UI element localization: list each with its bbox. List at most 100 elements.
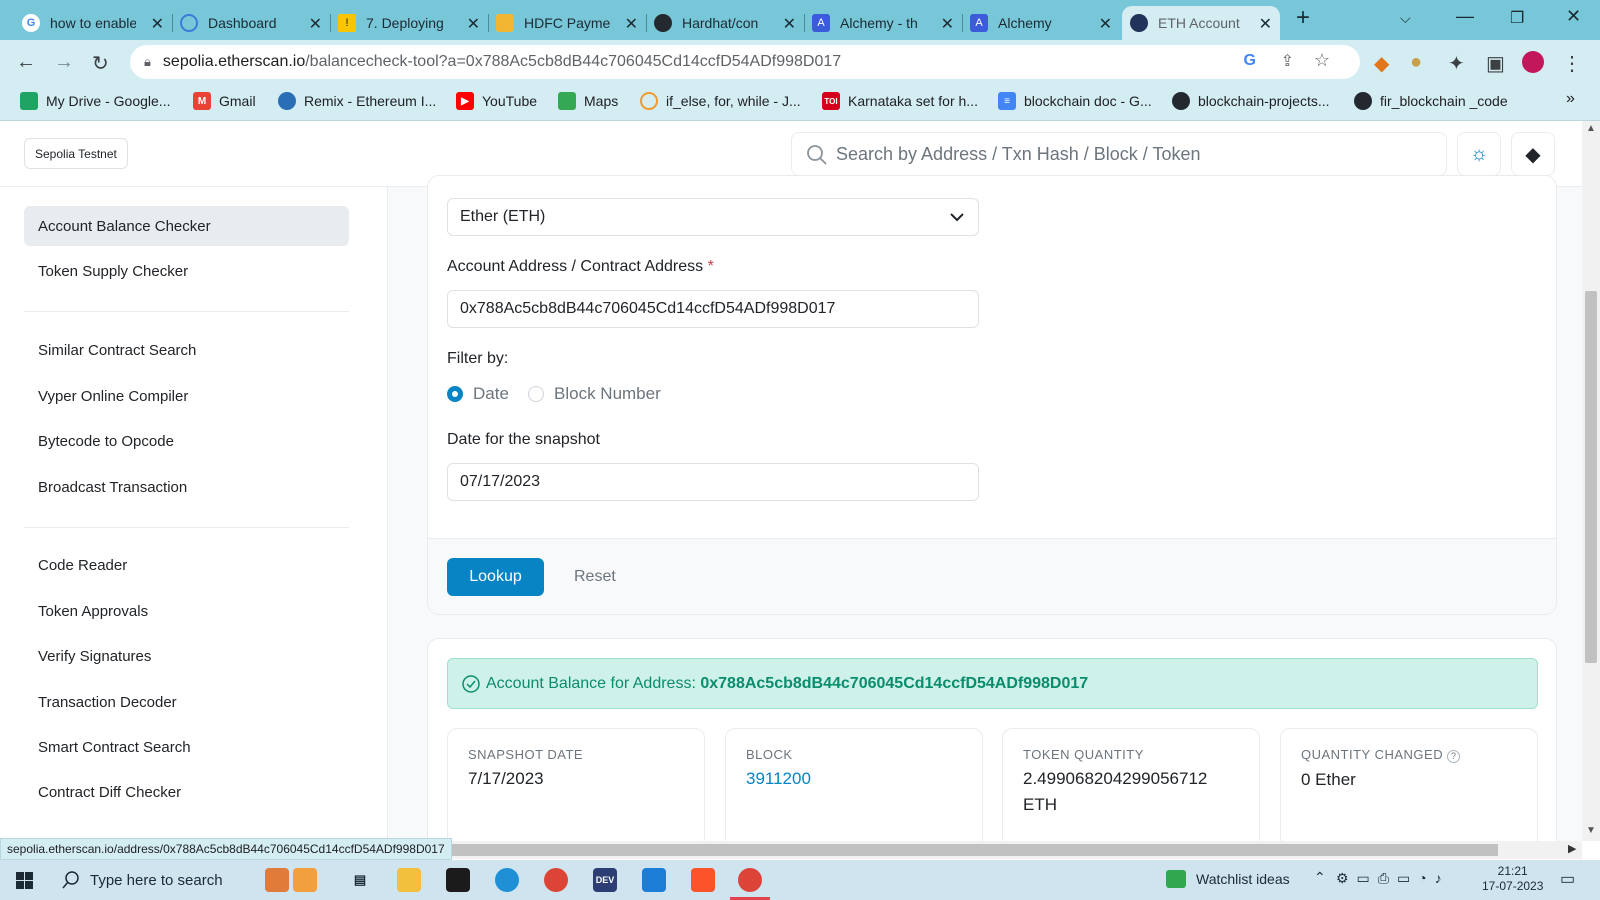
tab-how-to-enable[interactable]: G how to enable ✕ (14, 6, 173, 40)
bookmark-karnataka[interactable]: TOI Karnataka set for h... (822, 92, 978, 110)
sidebar-item-similar-contract-search[interactable]: Similar Contract Search (24, 330, 349, 370)
bookmark-if-else[interactable]: if_else, for, while - J... (640, 92, 801, 110)
minimize-icon[interactable]: — (1456, 6, 1474, 27)
news-widget-icon[interactable] (293, 868, 317, 892)
sidebar-item-bytecode-to-opcode[interactable]: Bytecode to Opcode (24, 421, 349, 461)
sidepanel-icon[interactable]: ▣ (1486, 51, 1505, 76)
close-icon[interactable]: ✕ (941, 14, 954, 34)
sidebar-item-account-balance-checker[interactable]: Account Balance Checker (24, 206, 349, 246)
clock-date: 17-07-2023 (1482, 879, 1544, 893)
tab-deploying[interactable]: ! 7. Deploying ✕ (330, 6, 489, 40)
block-link[interactable]: 3911200 (746, 766, 962, 792)
chrome-icon[interactable] (544, 868, 568, 892)
tab-hardhat[interactable]: Hardhat/con ✕ (646, 6, 805, 40)
sidebar-item-token-approvals[interactable]: Token Approvals (24, 591, 349, 631)
network-badge[interactable]: Sepolia Testnet (24, 138, 128, 169)
close-window-icon[interactable]: ✕ (1566, 6, 1581, 27)
bookmark-blockchain-doc[interactable]: ≡ blockchain doc - G... (998, 92, 1152, 110)
bookmark-fir-blockchain[interactable]: fir_blockchain _code (1354, 92, 1508, 110)
close-icon[interactable]: ✕ (783, 14, 796, 34)
bookmark-gmail[interactable]: M Gmail (193, 92, 256, 110)
tab-dashboard[interactable]: Dashboard ✕ (172, 6, 331, 40)
back-arrow-icon[interactable]: ← (16, 51, 36, 74)
help-icon[interactable]: ? (1447, 750, 1461, 763)
avatar[interactable] (1522, 51, 1544, 73)
new-tab-icon[interactable]: + (1296, 4, 1310, 32)
search-input[interactable]: Search by Address / Txn Hash / Block / T… (791, 132, 1447, 176)
chrome-active-icon[interactable] (738, 868, 762, 892)
sidebar-item-contract-diff-checker[interactable]: Contract Diff Checker (24, 772, 349, 812)
theme-toggle-button[interactable]: ☼ (1457, 132, 1501, 176)
tab-hdfc[interactable]: HDFC Payme ✕ (488, 6, 647, 40)
scroll-right-icon[interactable]: ▶ (1568, 842, 1576, 855)
close-icon[interactable]: ✕ (467, 14, 480, 34)
sidebar-item-broadcast-transaction[interactable]: Broadcast Transaction (24, 467, 349, 507)
chevron-down-icon[interactable]: ⌵ (1400, 10, 1411, 27)
reload-icon[interactable]: ↻ (92, 51, 109, 76)
kebab-menu-icon[interactable]: ⋮ (1562, 51, 1582, 76)
close-icon[interactable]: ✕ (625, 14, 638, 34)
lookup-button[interactable]: Lookup (447, 558, 544, 596)
filter-date-radio[interactable] (447, 386, 463, 402)
vertical-scrollbar[interactable]: ▲ ▼ (1582, 121, 1600, 841)
news-widget-icon[interactable] (265, 868, 289, 892)
notifications-icon[interactable]: ▭ (1560, 869, 1575, 889)
token-select[interactable]: Ether (ETH) (447, 198, 979, 236)
sidebar-item-smart-contract-search[interactable]: Smart Contract Search (24, 727, 349, 767)
reset-button[interactable]: Reset (574, 568, 616, 586)
url-bar[interactable]: 🔒︎ sepolia.etherscan.io /balancecheck-to… (130, 45, 1360, 79)
bookmark-blockchain-projects[interactable]: blockchain-projects... (1172, 92, 1330, 110)
tab-eth-account[interactable]: ETH Account ✕ (1122, 6, 1280, 40)
bookmark-maps[interactable]: Maps (558, 92, 618, 110)
tab-title: Alchemy - th (840, 15, 918, 31)
tray-icons[interactable]: ⚙▭⎙▭◔♪ (1336, 870, 1450, 887)
loading-icon (640, 92, 658, 110)
puzzle-icon[interactable]: ✦ (1448, 51, 1465, 76)
watchlist-widget[interactable]: Watchlist ideas (1166, 870, 1290, 888)
bookmark-youtube[interactable]: ▶ YouTube (456, 92, 537, 110)
clock[interactable]: 21:21 17-07-2023 (1482, 864, 1543, 894)
close-icon[interactable]: ✕ (309, 14, 322, 34)
google-icon: G (22, 14, 40, 32)
vscode-icon[interactable] (642, 868, 666, 892)
sidebar-item-verify-signatures[interactable]: Verify Signatures (24, 636, 349, 676)
sidebar-item-token-supply-checker[interactable]: Token Supply Checker (24, 251, 349, 291)
scroll-up-icon[interactable]: ▲ (1586, 123, 1596, 134)
address-input[interactable]: 0x788Ac5cb8dB44c706045Cd14ccfD54ADf998D0… (447, 290, 979, 328)
close-icon[interactable]: ✕ (151, 14, 164, 34)
scroll-down-icon[interactable]: ▼ (1586, 825, 1596, 836)
close-icon[interactable]: ✕ (1099, 14, 1112, 34)
close-icon[interactable]: ✕ (1259, 14, 1272, 34)
metamask-icon[interactable]: ◆ (1374, 51, 1389, 76)
brave-icon[interactable] (691, 868, 715, 892)
lock-icon: 🔒︎ (144, 54, 151, 69)
share-icon[interactable]: ⇪ (1281, 51, 1294, 71)
file-explorer-icon[interactable] (397, 868, 421, 892)
devcpp-icon[interactable]: DEV (593, 868, 617, 892)
task-view-icon[interactable]: ▤ (348, 868, 372, 892)
tray-chevron-icon[interactable]: ⌃ (1314, 869, 1326, 886)
sticky-app-icon[interactable] (446, 868, 470, 892)
scroll-thumb[interactable] (1585, 291, 1597, 663)
sidebar-item-vyper-online-compiler[interactable]: Vyper Online Compiler (24, 376, 349, 416)
clock-time: 21:21 (1497, 864, 1528, 878)
filter-block-radio[interactable] (528, 386, 544, 402)
alchemy-icon: A (970, 14, 988, 32)
network-switch-button[interactable]: ◆ (1511, 132, 1555, 176)
alert-address-link[interactable]: 0x788Ac5cb8dB44c706045Cd14ccfD54ADf998D0… (700, 675, 1088, 693)
restore-icon[interactable]: ❐ (1510, 8, 1524, 28)
extension-icon[interactable]: ● (1410, 51, 1422, 74)
sidebar-item-code-reader[interactable]: Code Reader (24, 545, 349, 585)
tab-alchemy-1[interactable]: A Alchemy - th ✕ (804, 6, 963, 40)
edge-icon[interactable] (495, 868, 519, 892)
forward-arrow-icon[interactable]: → (54, 51, 74, 74)
bookmark-remix[interactable]: Remix - Ethereum I... (278, 92, 436, 110)
tab-alchemy-2[interactable]: A Alchemy ✕ (962, 6, 1120, 40)
google-icon[interactable]: G (1244, 52, 1256, 70)
date-input[interactable]: 07/17/2023 (447, 463, 979, 501)
more-bookmarks-icon[interactable]: » (1566, 90, 1575, 108)
bookmark-my-drive[interactable]: My Drive - Google... (20, 92, 170, 110)
star-icon[interactable]: ☆ (1314, 50, 1330, 71)
windows-start-icon[interactable] (16, 872, 33, 889)
sidebar-item-transaction-decoder[interactable]: Transaction Decoder (24, 682, 349, 722)
